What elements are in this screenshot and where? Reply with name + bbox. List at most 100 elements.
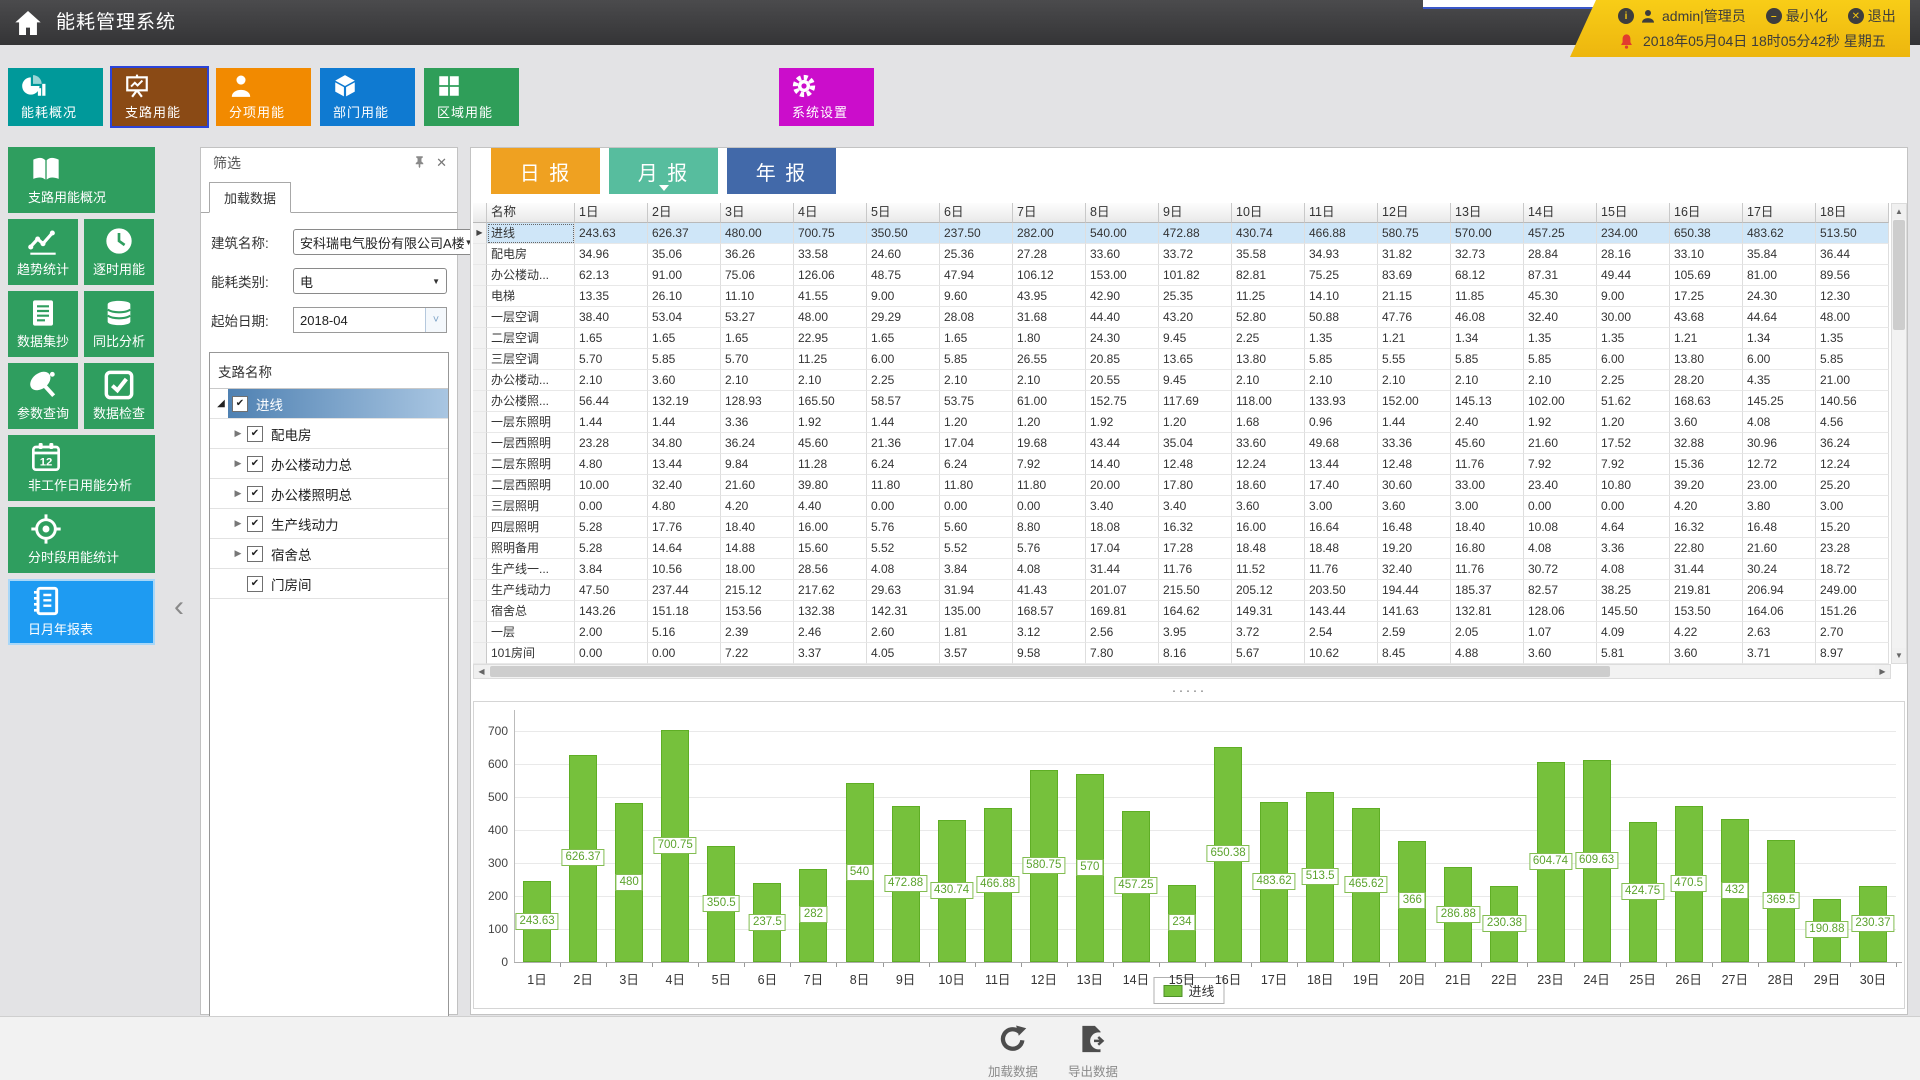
tree-item-进线[interactable]: ◢✔进线: [210, 389, 448, 419]
clock-icon: [103, 225, 135, 262]
field-能耗类别-select[interactable]: 电▼: [293, 268, 447, 294]
cell-value: 1.35: [1524, 328, 1597, 349]
checkbox[interactable]: ✔: [247, 546, 263, 562]
table-row[interactable]: 办公楼动...2.103.602.102.102.252.102.1020.55…: [473, 370, 1889, 391]
exit-button[interactable]: ✕ 退出: [1848, 6, 1896, 26]
table-row[interactable]: 办公楼照...56.44132.19128.93165.5058.5753.75…: [473, 391, 1889, 412]
vertical-scroll-thumb[interactable]: [1893, 220, 1905, 330]
footer-button-导出数据[interactable]: 导出数据: [1068, 1024, 1118, 1080]
table-row[interactable]: 二层空调1.651.651.6522.951.651.651.8024.309.…: [473, 328, 1889, 349]
sidebar-item-同比分析[interactable]: 同比分析: [84, 291, 154, 357]
checkbox[interactable]: ✔: [247, 486, 263, 502]
checkbox[interactable]: ✔: [247, 456, 263, 472]
home-button[interactable]: [12, 7, 44, 39]
sidebar-item-数据检查[interactable]: 数据检查: [84, 363, 154, 429]
cell-value: 1.21: [1670, 328, 1743, 349]
cell-value: 3.60: [648, 370, 721, 391]
checkbox[interactable]: ✔: [232, 396, 248, 412]
field-建筑名称-select[interactable]: 安科瑞电气股份有限公司A楼▼: [293, 229, 480, 255]
expander-icon[interactable]: ▶: [231, 488, 245, 499]
table-row[interactable]: 办公楼动...62.1391.0075.06126.0648.7547.9410…: [473, 265, 1889, 286]
nav-tab-系统设置[interactable]: 系统设置: [779, 68, 874, 126]
sidebar-item-逐时用能[interactable]: 逐时用能: [84, 219, 154, 285]
chevron-down-icon[interactable]: ˅: [425, 308, 446, 332]
report-tab-月报[interactable]: 月 报: [609, 148, 718, 194]
vertical-scrollbar[interactable]: ▲ ▼: [1891, 203, 1907, 664]
minimize-button[interactable]: – 最小化: [1766, 6, 1828, 26]
nav-tab-支路用能[interactable]: 支路用能: [112, 68, 207, 126]
splitter-handle[interactable]: ·····: [471, 684, 1907, 698]
horizontal-scroll-thumb[interactable]: [490, 666, 1610, 677]
expander-icon[interactable]: ▶: [231, 548, 245, 559]
checkbox[interactable]: ✔: [247, 426, 263, 442]
tree-item-办公楼照明总[interactable]: ▶✔办公楼照明总: [210, 479, 448, 509]
table-row[interactable]: 电梯13.3526.1011.1041.559.009.6043.9542.90…: [473, 286, 1889, 307]
nav-tab-能耗概况[interactable]: 能耗概况: [8, 68, 103, 126]
sidebar-item-支路用能概况[interactable]: 支路用能概况: [8, 147, 155, 213]
scroll-right-icon[interactable]: ▶: [1875, 665, 1890, 678]
table-row[interactable]: 生产线一...3.8410.5618.0028.564.083.844.0831…: [473, 559, 1889, 580]
filter-close-icon[interactable]: ✕: [436, 148, 447, 178]
cell-value: 1.65: [575, 328, 648, 349]
cell-value: 2.46: [794, 622, 867, 643]
sidebar-item-趋势统计[interactable]: 趋势统计: [8, 219, 78, 285]
sidebar-item-参数查询[interactable]: 参数查询: [8, 363, 78, 429]
nav-tab-部门用能[interactable]: 部门用能: [320, 68, 415, 126]
nav-tab-区域用能[interactable]: 区域用能: [424, 68, 519, 126]
table-row[interactable]: 101房间0.000.007.223.374.053.579.587.808.1…: [473, 643, 1889, 664]
table-row[interactable]: 一层西照明23.2834.8036.2445.6021.3617.0419.68…: [473, 433, 1889, 454]
field-起始日期-select[interactable]: 2018-04˅: [293, 307, 447, 333]
info-icon[interactable]: i: [1618, 8, 1634, 24]
footer-button-加载数据[interactable]: 加载数据: [988, 1024, 1038, 1080]
tree-item-配电房[interactable]: ▶✔配电房: [210, 419, 448, 449]
tree-item-门房间[interactable]: ✔门房间: [210, 569, 448, 599]
cell-value: 83.69: [1378, 265, 1451, 286]
tree-item-办公楼动力总[interactable]: ▶✔办公楼动力总: [210, 449, 448, 479]
sidebar-item-非工作日用能分析[interactable]: 12非工作日用能分析: [8, 435, 155, 501]
table-row[interactable]: 三层空调5.705.855.7011.256.005.8526.5520.851…: [473, 349, 1889, 370]
table-row[interactable]: 二层西照明10.0032.4021.6039.8011.8011.8011.80…: [473, 475, 1889, 496]
sidebar-item-分时段用能统计[interactable]: 分时段用能统计: [8, 507, 155, 573]
checkbox[interactable]: ✔: [247, 576, 263, 592]
table-row[interactable]: ▶进线243.63626.37480.00700.75350.50237.502…: [473, 223, 1889, 244]
cell-value: 580.75: [1378, 223, 1451, 244]
tab-load-data[interactable]: 加载数据: [209, 182, 291, 213]
table-row[interactable]: 一层空调38.4053.0453.2748.0029.2928.0831.684…: [473, 307, 1889, 328]
filter-field: 起始日期:2018-04˅: [211, 307, 447, 333]
cell-value: 11.25: [794, 349, 867, 370]
expander-icon[interactable]: ▶: [231, 428, 245, 439]
tree-item-宿舍总[interactable]: ▶✔宿舍总: [210, 539, 448, 569]
table-row[interactable]: 一层东照明1.441.443.361.921.441.201.201.921.2…: [473, 412, 1889, 433]
bar-value-label: 604.74: [1529, 853, 1572, 870]
table-row[interactable]: 照明备用5.2814.6414.8815.605.525.525.7617.04…: [473, 538, 1889, 559]
tree-item-生产线动力[interactable]: ▶✔生产线动力: [210, 509, 448, 539]
table-row[interactable]: 宿舍总143.26151.18153.56132.38142.31135.001…: [473, 601, 1889, 622]
scroll-left-icon[interactable]: ◀: [474, 665, 489, 678]
table-row[interactable]: 配电房34.9635.0636.2633.5824.6025.3627.2833…: [473, 244, 1889, 265]
table-row[interactable]: 二层东照明4.8013.449.8411.286.246.247.9214.40…: [473, 454, 1889, 475]
cell-value: 4.09: [1597, 622, 1670, 643]
table-row[interactable]: 三层照明0.004.804.204.400.000.000.003.403.40…: [473, 496, 1889, 517]
user-info-panel: i admin|管理员 – 最小化 ✕ 退出 2018年05月04日 18时05…: [1570, 0, 1910, 57]
table-row[interactable]: 四层照明5.2817.7618.4016.005.765.608.8018.08…: [473, 517, 1889, 538]
checkbox[interactable]: ✔: [247, 516, 263, 532]
table-row[interactable]: 生产线动力47.50237.44215.12217.6229.6331.9441…: [473, 580, 1889, 601]
table-row[interactable]: 一层2.005.162.392.462.601.813.122.563.953.…: [473, 622, 1889, 643]
x-tick-label: 7日: [804, 969, 823, 988]
expander-icon[interactable]: ◢: [214, 398, 228, 409]
expander-icon[interactable]: ▶: [231, 458, 245, 469]
horizontal-scrollbar[interactable]: ◀ ▶: [473, 664, 1891, 679]
sidebar-item-日月年报表[interactable]: 日月年报表: [8, 579, 155, 645]
expander-icon[interactable]: ▶: [231, 518, 245, 529]
report-tab-年报[interactable]: 年 报: [727, 148, 836, 194]
collapse-arrow[interactable]: ‹: [168, 590, 190, 624]
cell-value: 480.00: [721, 223, 794, 244]
cell-value: 28.20: [1670, 370, 1743, 391]
nav-tab-分项用能[interactable]: 分项用能: [216, 68, 311, 126]
report-tab-日报[interactable]: 日 报: [491, 148, 600, 194]
row-indicator: [473, 391, 487, 412]
pin-icon[interactable]: [413, 148, 426, 178]
scroll-up-icon[interactable]: ▲: [1892, 204, 1906, 219]
sidebar-item-数据集抄[interactable]: 数据集抄: [8, 291, 78, 357]
scroll-down-icon[interactable]: ▼: [1892, 648, 1906, 663]
